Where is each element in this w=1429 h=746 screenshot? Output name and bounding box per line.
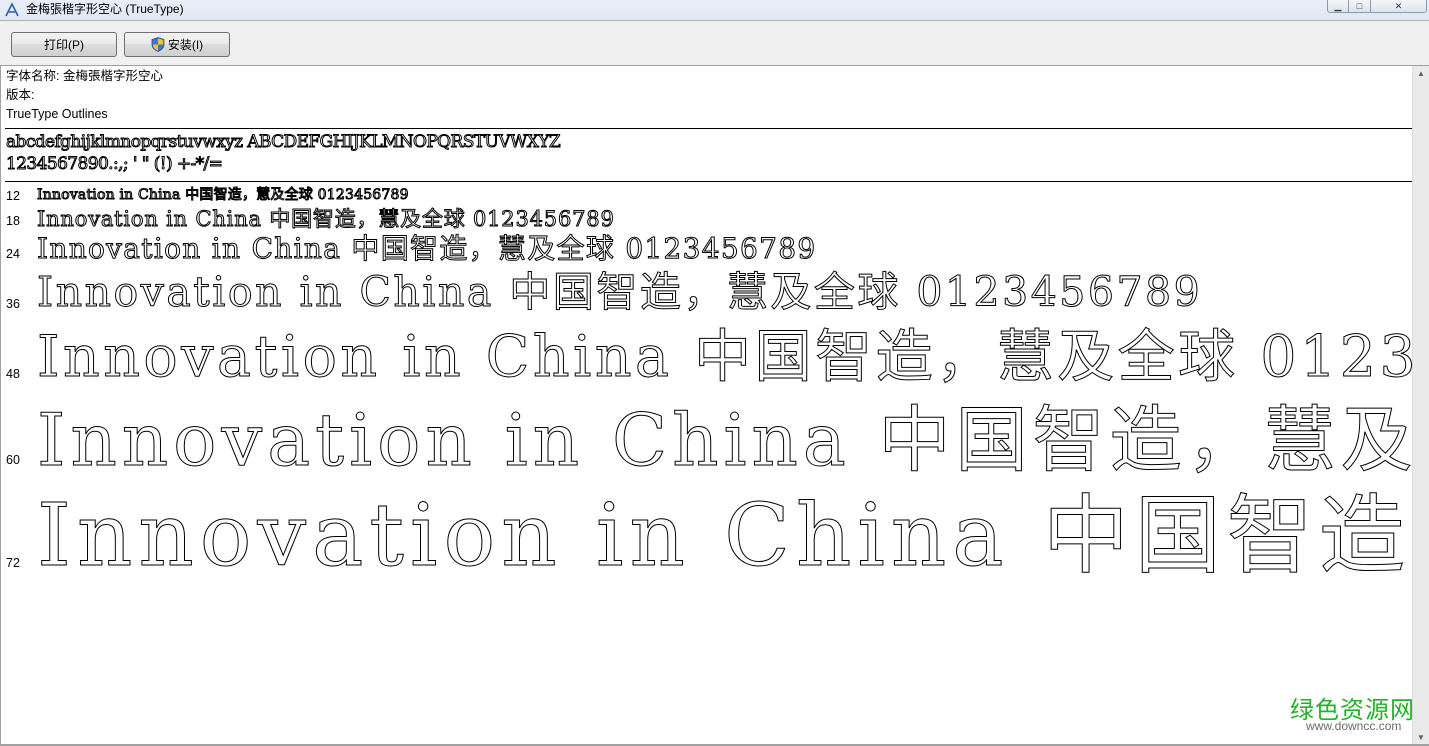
size-label-48: 48: [6, 367, 20, 381]
size-label-24: 24: [6, 247, 20, 261]
install-button[interactable]: 安装(I): [124, 32, 230, 57]
title-bar: 金梅張楷字形空心 (TrueType) ▁ □ ✕: [0, 0, 1429, 43]
maximize-icon: □: [1356, 1, 1363, 11]
size-label-72: 72: [6, 556, 20, 570]
window-title: 金梅張楷字形空心 (TrueType): [26, 2, 184, 16]
vertical-scrollbar[interactable]: ▲ ▼: [1412, 66, 1429, 746]
size-label-18: 18: [6, 214, 20, 228]
sample-line-24: Innovation in China 中国智造，慧及全球 0123456789: [36, 232, 817, 266]
minimize-button[interactable]: ▁: [1327, 0, 1349, 13]
sample-line-48: Innovation in China 中国智造，慧及全球 0123456789: [37, 324, 1412, 391]
install-button-label: 安装(I): [167, 38, 204, 52]
sample-line-18: Innovation in China 中国智造，慧及全球 0123456789: [37, 207, 615, 232]
size-label-36: 36: [6, 297, 20, 311]
sample-line-36: Innovation in China 中国智造，慧及全球 0123456789: [36, 268, 1203, 317]
sample-line-12: Innovation in China 中国智造，慧及全球 0123456789: [37, 187, 410, 204]
print-button-label: 打印(P): [44, 38, 84, 52]
print-button[interactable]: 打印(P): [11, 32, 117, 57]
background-menu-blur: [900, 12, 1100, 43]
maximize-button[interactable]: □: [1349, 0, 1371, 13]
sample-line-60: Innovation in China 中国智造，慧及全球 0123456789: [37, 398, 1412, 483]
font-version-line: 版本:: [6, 88, 35, 102]
scroll-up-icon[interactable]: ▲: [1413, 66, 1429, 82]
watermark: 绿色资源网 www.downcc.com: [1290, 690, 1420, 740]
sample-line-72: Innovation in China 中国智造，慧及全球 0123456789: [36, 486, 1412, 587]
watermark-url: www.downcc.com: [1306, 719, 1402, 733]
font-viewer-icon: [5, 2, 19, 17]
separator-bottom: [5, 181, 1412, 182]
window-controls: ▁ □ ✕: [1327, 0, 1427, 14]
font-type-line: TrueType Outlines: [6, 107, 108, 121]
size-label-60: 60: [6, 453, 20, 467]
charset-digits-punctuation: 1234567890.:,; ' " (!) +-*/=: [5, 154, 223, 175]
font-preview-area: 字体名称: 金梅張楷字形空心 版本: TrueType Outlines abc…: [0, 66, 1412, 744]
charset-letters: abcdefghijklmnopqrstuvwxyz ABCDEFGHIJKLM…: [5, 132, 561, 153]
minimize-icon: ▁: [1334, 0, 1342, 11]
font-name-line: 字体名称: 金梅張楷字形空心: [6, 69, 163, 83]
separator-top: [5, 128, 1412, 129]
close-icon: ✕: [1394, 0, 1403, 11]
size-label-12: 12: [6, 189, 20, 203]
close-button[interactable]: ✕: [1371, 0, 1427, 13]
toolbar: 打印(P) 安装(I): [0, 20, 1429, 66]
uac-shield-icon: [151, 37, 165, 52]
